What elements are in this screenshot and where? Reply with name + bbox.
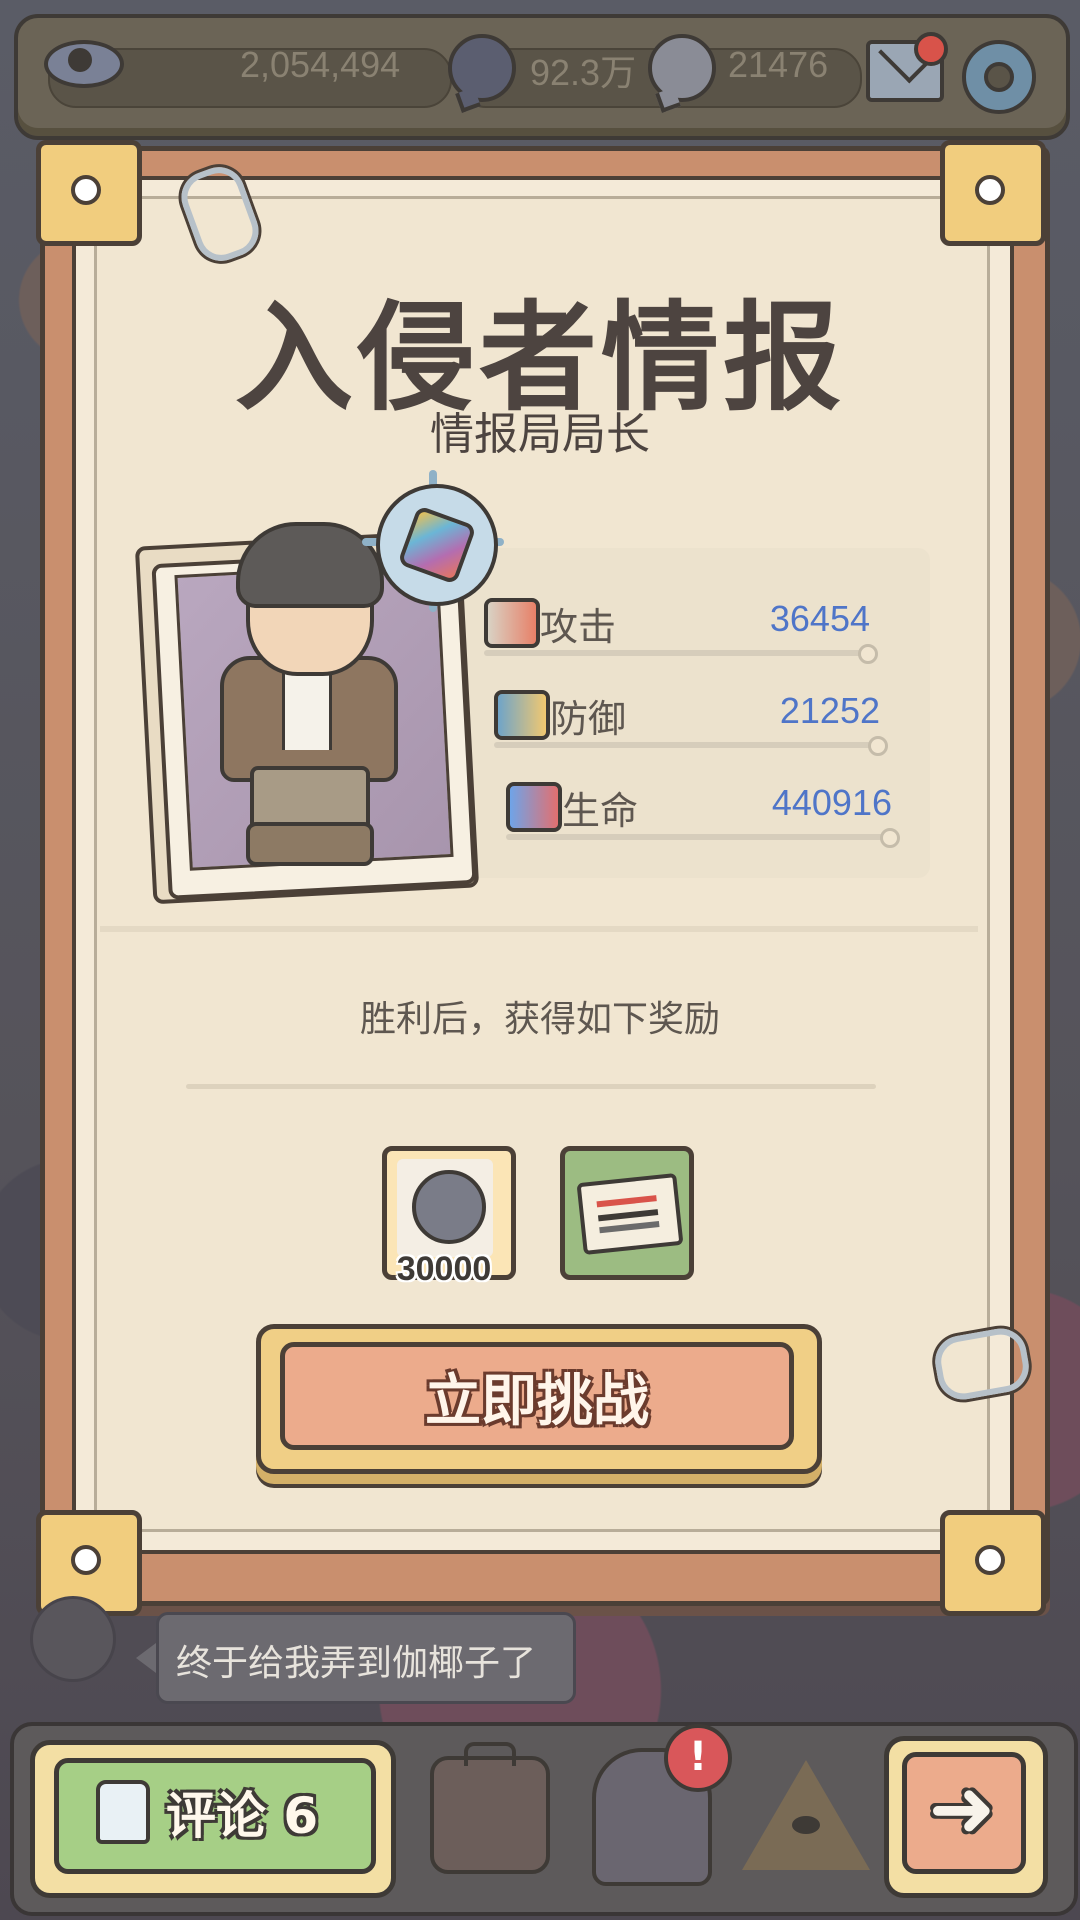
pill-icon <box>506 782 562 832</box>
stat-row-attack: 攻击 36454 <box>484 592 878 664</box>
coin-icon <box>412 1170 486 1244</box>
alert-badge: ! <box>664 1724 732 1792</box>
character-hair <box>236 522 384 608</box>
light-coin-count: 21476 <box>728 44 829 85</box>
corner-bracket-icon <box>36 140 142 246</box>
stat-value-defense: 21252 <box>779 690 880 731</box>
character-boots <box>246 822 374 866</box>
stat-underline <box>494 736 888 756</box>
comment-button-label[interactable]: 评论 6 <box>166 1776 318 1848</box>
corner-bracket-icon <box>940 140 1046 246</box>
stat-value-attack: 36454 <box>769 598 870 639</box>
pyramid-icon[interactable] <box>742 1760 870 1870</box>
stat-label-attack: 攻击 <box>540 605 617 649</box>
eye-icon <box>44 40 124 88</box>
light-coin-icon <box>648 34 716 102</box>
panel-subtitle: 情报局局长 <box>430 409 650 460</box>
arrow-right-icon[interactable]: ➜ <box>914 1769 1010 1849</box>
gear-icon[interactable] <box>962 40 1036 114</box>
reward-underline <box>186 1084 876 1089</box>
pyramid-eye-icon <box>792 1816 820 1834</box>
section-divider <box>100 926 978 932</box>
briefcase-icon[interactable] <box>430 1742 550 1874</box>
rank-emblem-icon <box>376 484 498 606</box>
dark-coin-icon <box>448 34 516 102</box>
reward-coin-amount: 30000 <box>396 1250 492 1288</box>
views-count: 2,054,494 <box>240 44 401 85</box>
reward-heading: 胜利后，获得如下奖励 <box>359 999 720 1040</box>
mail-notification-badge <box>914 32 948 66</box>
stat-label-defense: 防御 <box>550 697 627 741</box>
corner-bracket-icon <box>940 1510 1046 1616</box>
id-card-icon <box>576 1172 684 1256</box>
stat-underline <box>506 828 900 848</box>
inkwell-icon <box>96 1780 150 1844</box>
stat-underline <box>484 644 878 664</box>
sword-icon <box>484 598 540 648</box>
shield-icon <box>494 690 550 740</box>
stat-row-defense: 防御 21252 <box>494 684 888 756</box>
speech-bubble-text: 终于给我弄到伽椰子了 <box>176 1643 537 1684</box>
challenge-button-label[interactable]: 立即挑战 <box>280 1356 794 1437</box>
stat-value-life: 440916 <box>771 782 892 823</box>
stat-row-life: 生命 440916 <box>506 776 900 848</box>
dark-coin-count: 92.3万 <box>530 52 637 93</box>
stat-label-life: 生命 <box>562 789 639 833</box>
avatar <box>30 1596 116 1682</box>
